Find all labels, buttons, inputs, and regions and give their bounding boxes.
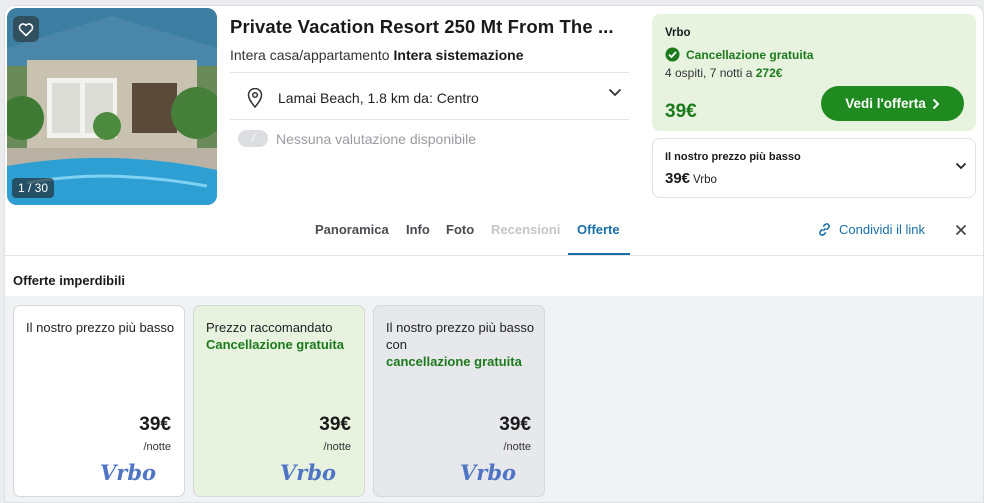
rating-row: / Nessuna valutazione disponibile xyxy=(238,130,476,147)
offer-per-night: /notte xyxy=(143,441,171,453)
photo-counter: 1 / 30 xyxy=(12,178,55,198)
offer-per-night: /notte xyxy=(323,441,351,453)
lowest-price-value: 39€ Vrbo xyxy=(665,170,717,187)
lowest-price-provider: Vrbo xyxy=(693,174,717,186)
tab-panoramica[interactable]: Panoramica xyxy=(315,222,389,237)
offer-line1: Il nostro prezzo più basso xyxy=(26,320,175,335)
view-deal-button[interactable]: Vedi l'offerta xyxy=(821,86,964,121)
tab-recensioni: Recensioni xyxy=(491,222,561,237)
offer-description: Prezzo raccomandato Cancellazione gratuit… xyxy=(206,319,356,353)
vrbo-logo: Vrbo xyxy=(100,460,156,484)
map-pin-icon xyxy=(247,88,263,108)
hotel-card: 1 / 30 Private Vacation Resort 250 Mt Fr… xyxy=(4,5,984,503)
top-deal-box: Vrbo Cancellazione gratuita 4 ospiti, 7 … xyxy=(652,14,976,131)
lowest-price-amount: 39€ xyxy=(665,170,691,187)
offer-card-lowest-free-cancel[interactable]: Il nostro prezzo più basso con cancellazi… xyxy=(373,305,545,497)
property-photo[interactable]: 1 / 30 xyxy=(7,8,217,205)
tab-foto[interactable]: Foto xyxy=(446,222,474,237)
offer-line2: cancellazione gratuita xyxy=(386,354,522,369)
tab-info[interactable]: Info xyxy=(406,222,430,237)
free-cancellation: Cancellazione gratuita xyxy=(665,47,813,62)
rating-text: Nessuna valutazione disponibile xyxy=(276,130,477,147)
offer-card-lowest[interactable]: Il nostro prezzo più basso 39€ /notte Vr… xyxy=(13,305,185,497)
offer-line2: Cancellazione gratuita xyxy=(206,337,344,352)
stay-info: 4 ospiti, 7 notti a 272€ xyxy=(665,66,782,80)
deal-provider: Vrbo xyxy=(665,27,691,39)
link-icon xyxy=(819,223,830,236)
lowest-price-box[interactable]: Il nostro prezzo più basso 39€ Vrbo xyxy=(652,138,976,198)
offer-line1: Prezzo raccomandato xyxy=(206,320,333,335)
lowest-price-label: Il nostro prezzo più basso xyxy=(665,151,801,163)
location-row[interactable]: Lamai Beach, 1.8 km da: Centro xyxy=(230,76,630,120)
property-title[interactable]: Private Vacation Resort 250 Mt From The … xyxy=(230,16,614,38)
view-deal-label: Vedi l'offerta xyxy=(845,96,926,111)
stay-info-text: 4 ospiti, 7 notti a xyxy=(665,66,756,80)
vrbo-logo-text: Vrbo xyxy=(280,460,336,484)
stay-total: 272€ xyxy=(755,66,783,80)
offer-price: 39€ xyxy=(139,414,171,435)
chevron-down-icon xyxy=(955,162,967,170)
vrbo-logo-text: Vrbo xyxy=(100,460,156,484)
deal-price: 39€ xyxy=(665,101,697,122)
property-type: Intera casa/appartamento Intera sistemazi… xyxy=(230,47,523,63)
offer-line1: Il nostro prezzo più basso con xyxy=(386,320,535,352)
check-circle-icon xyxy=(665,47,680,62)
offer-per-night: /notte xyxy=(503,441,531,453)
offer-price: 39€ xyxy=(319,414,351,435)
vrbo-logo: Vrbo xyxy=(280,460,336,484)
offers-section-title: Offerte imperdibili xyxy=(13,273,125,288)
chevron-right-icon xyxy=(932,98,940,109)
divider xyxy=(230,72,629,73)
chevron-down-icon[interactable] xyxy=(608,88,622,97)
share-link-label: Condividi il link xyxy=(839,222,925,237)
vrbo-logo: Vrbo xyxy=(460,460,516,484)
property-type-value: Intera sistemazione xyxy=(393,47,524,63)
offer-description: Il nostro prezzo più basso xyxy=(26,319,176,336)
divider xyxy=(230,119,629,120)
close-icon[interactable] xyxy=(955,224,967,236)
offer-card-recommended[interactable]: Prezzo raccomandato Cancellazione gratuit… xyxy=(193,305,365,497)
heart-icon xyxy=(18,22,34,36)
free-cancellation-label: Cancellazione gratuita xyxy=(686,47,814,62)
share-link-button[interactable]: Condividi il link xyxy=(817,222,925,237)
property-type-label: Intera casa/appartamento xyxy=(230,47,390,63)
rating-badge: / xyxy=(238,130,268,147)
offer-description: Il nostro prezzo più basso con cancellazi… xyxy=(386,319,536,370)
location-text: Lamai Beach, 1.8 km da: Centro xyxy=(278,90,479,106)
favorite-button[interactable] xyxy=(13,16,39,42)
vrbo-logo-text: Vrbo xyxy=(460,460,516,484)
tab-offerte[interactable]: Offerte xyxy=(577,222,620,237)
tabs-divider xyxy=(5,255,983,256)
offer-price: 39€ xyxy=(499,414,531,435)
